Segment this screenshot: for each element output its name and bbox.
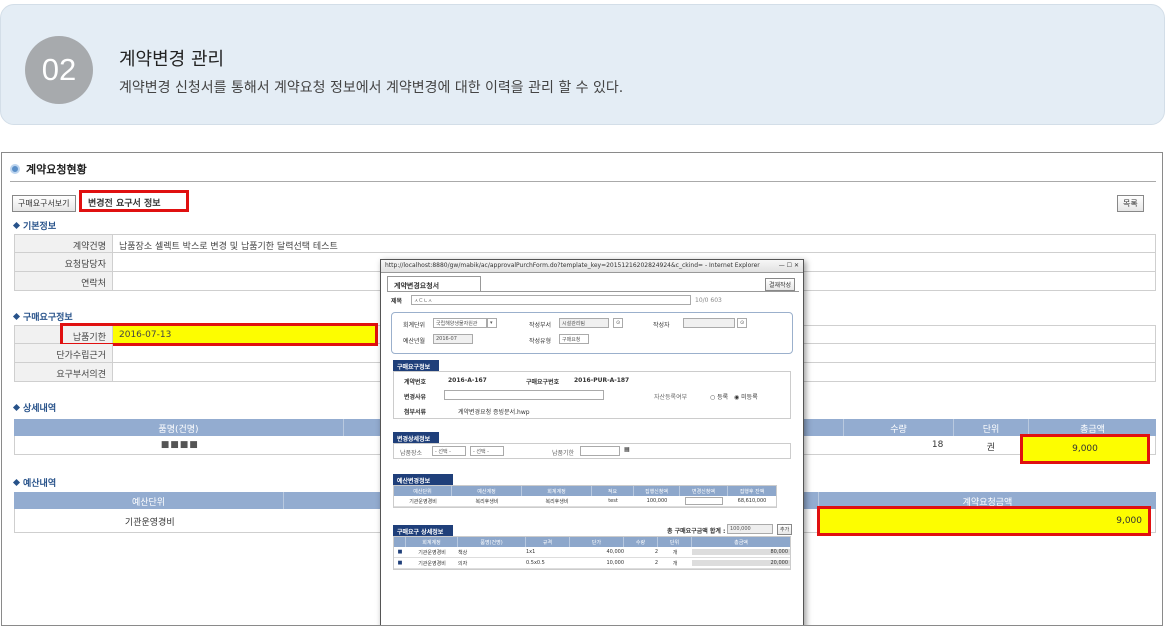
table-row: 기관운영경비 복리후생비 복리후생비 test 100,000 68,610,000 (394, 496, 776, 507)
window-controls-icon[interactable]: — ☐ ✕ (779, 262, 799, 270)
section-banner: 02 계약변경 관리 계약변경 신청서를 통해서 계약요청 정보에서 계약변경에… (0, 4, 1165, 125)
purchase-info-bar[interactable]: 구매요구정보 (393, 360, 439, 371)
bullet-icon (10, 164, 20, 174)
attached-file[interactable]: 계약변경요청 증빙문서.hwp (458, 407, 530, 416)
search-icon[interactable]: ⊙ (737, 318, 747, 328)
account-unit-label: 회계단위 (403, 322, 426, 329)
purchase-detail-bar[interactable]: 구매요구 상세정보 (393, 525, 453, 536)
writer-field (683, 318, 735, 328)
highlight-box (79, 190, 189, 212)
checkbox-icon[interactable]: ■ (394, 549, 406, 555)
purchase-info-table: 계약번호 2016-A-167 구매요구번호 2016-PUR-A-187 변경… (393, 371, 791, 419)
table-row: ■ 기관운영경비 책상 1x1 40,000 2 개 80,000 (394, 547, 790, 558)
detail-section: 상세내역 (14, 401, 56, 414)
change-detail-bar[interactable]: 변경상세정보 (393, 432, 439, 443)
basic-info-section: 기본정보 (14, 219, 56, 232)
page-title: 계약요청현황 (10, 161, 87, 177)
subject-input[interactable]: ㅅㄷㄴㅅ (411, 295, 691, 305)
calendar-icon[interactable]: ▦ (624, 446, 630, 453)
row-contract-name: 계약건명 납품장소 셀렉트 박스로 변경 및 납품기한 달력선택 테스트 (14, 234, 1156, 253)
view-request-button[interactable]: 구매요구서보기 (12, 195, 76, 212)
subject-count: 10/0 603 (695, 297, 722, 304)
place-select-2[interactable]: - 선택 - (470, 446, 504, 456)
purchase-detail-table: 회계계정 품명(건명) 규격 단가 수량 단위 총금액 ■ 기관운영경비 책상 1x1 40,000… (393, 536, 791, 570)
account-unit-field[interactable]: 국립해양생물자원관 (433, 318, 487, 328)
change-detail-table: 납품장소 - 선택 - - 선택 - 납품기한 ▦ (393, 443, 791, 459)
highlight-box (60, 323, 378, 346)
asset-radio-unregister[interactable]: ◉ 미등록 (734, 392, 758, 401)
total-label: 총 구매요구금액 합계 : (667, 528, 726, 535)
writer-type-select[interactable]: 구매요청 (559, 334, 589, 344)
budget-year-label: 예산년월 (403, 338, 426, 345)
banner-title: 계약변경 관리 (119, 49, 225, 70)
delivery-date-input[interactable] (580, 446, 620, 456)
budget-section: 예산내역 (14, 476, 56, 489)
writer-type-label: 작성유형 (529, 338, 552, 345)
search-icon[interactable]: ⊙ (613, 318, 623, 328)
budget-change-bar[interactable]: 예산변경정보 (393, 474, 453, 485)
approve-button[interactable]: 결재작성 (765, 278, 796, 291)
purchase-info-section: 구매요구정보 (14, 310, 73, 323)
title-divider (10, 181, 1156, 182)
subject-label: 제목 (391, 298, 403, 305)
popup-url: http://localhost:8880/gw/mabik/ac/approv… (385, 262, 760, 269)
add-row-button[interactable]: 추가 (777, 524, 793, 535)
banner-description: 계약변경 신청서를 통해서 계약요청 정보에서 계약변경에 대한 이력을 관리 … (119, 80, 624, 96)
popup-tab[interactable]: 계약변경요청서 (387, 276, 481, 292)
popup-divider (387, 291, 799, 292)
writer-dept-label: 작성부서 (529, 322, 552, 329)
step-number: 02 (25, 36, 93, 104)
budget-change-table: 예산단위 예산계정 회계계정 적요 집행신청액 변경신청액 집행후 잔액 기관운영경비 복리후… (393, 485, 777, 508)
asset-radio-register[interactable]: ○ 등록 (710, 392, 728, 401)
chevron-down-icon[interactable]: ▾ (487, 318, 497, 328)
list-button[interactable]: 목록 (1117, 195, 1144, 212)
screenshot-frame: 계약요청현황 구매요구서보기 변경전 요구서 정보 목록 기본정보 계약건명 납품… (1, 152, 1163, 626)
change-reason-input[interactable] (444, 390, 604, 400)
highlight-box (817, 506, 1151, 536)
place-select-1[interactable]: - 선택 - (432, 446, 466, 456)
highlight-box (1020, 434, 1150, 464)
total-value: 100,000 (727, 524, 773, 534)
table-row: ■ 기관운영경비 의자 0.5x0.5 10,000 2 개 20,000 (394, 558, 790, 569)
popup-titlebar: http://localhost:8880/gw/mabik/ac/approv… (381, 260, 803, 273)
writer-dept-field: 시설관리팀 (559, 318, 609, 328)
budget-year-field: 2016-07 (433, 334, 473, 344)
writer-label: 작성자 (653, 322, 670, 329)
checkbox-icon[interactable]: ■ (394, 560, 406, 566)
change-request-popup: http://localhost:8880/gw/mabik/ac/approv… (380, 259, 804, 625)
